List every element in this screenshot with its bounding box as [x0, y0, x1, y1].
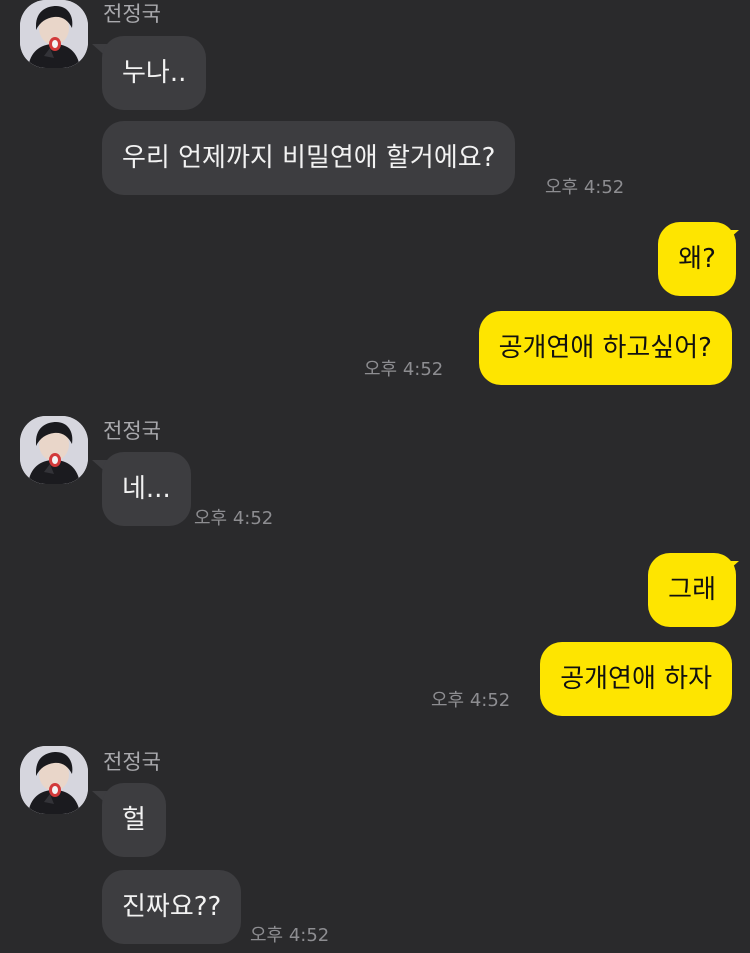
- avatar[interactable]: [20, 416, 88, 484]
- message-timestamp: 오후 4:52: [364, 359, 444, 380]
- message-bubble[interactable]: 공개연애 하자: [540, 642, 732, 716]
- sender-name: 전정국: [103, 2, 161, 26]
- profile-photo-icon: [20, 746, 88, 814]
- avatar[interactable]: [20, 746, 88, 814]
- message-bubble[interactable]: 진짜요??: [102, 870, 242, 944]
- message-timestamp: 오후 4:52: [250, 925, 330, 946]
- message-bubble[interactable]: 왜?: [658, 222, 736, 296]
- avatar[interactable]: [20, 0, 88, 68]
- message-bubble[interactable]: 헐: [102, 783, 166, 857]
- message-bubble[interactable]: 그래: [648, 553, 736, 627]
- message-timestamp: 오후 4:52: [431, 690, 511, 711]
- sender-name: 전정국: [103, 750, 161, 774]
- sender-name: 전정국: [103, 419, 161, 443]
- message-timestamp: 오후 4:52: [194, 508, 274, 529]
- profile-photo-icon: [20, 416, 88, 484]
- message-timestamp: 오후 4:52: [545, 177, 625, 198]
- message-bubble[interactable]: 네...: [102, 452, 191, 526]
- message-bubble[interactable]: 공개연애 하고싶어?: [478, 311, 732, 385]
- profile-photo-icon: [20, 0, 88, 68]
- message-bubble[interactable]: 우리 언제까지 비밀연애 할거에요?: [102, 121, 516, 195]
- message-bubble[interactable]: 누나..: [102, 36, 207, 110]
